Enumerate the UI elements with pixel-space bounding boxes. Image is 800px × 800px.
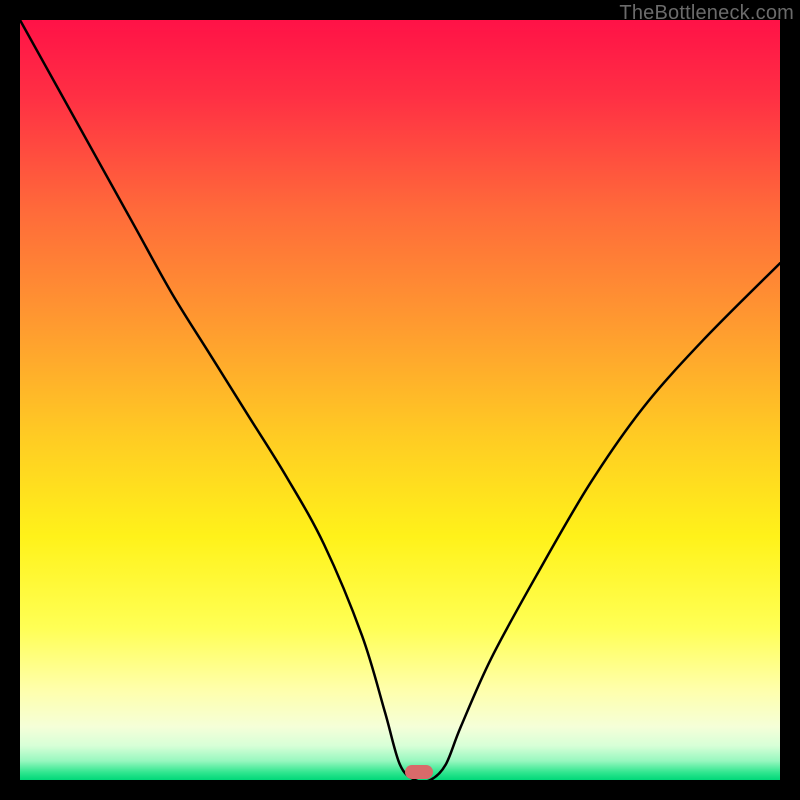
plot-area [20,20,780,780]
curve-layer [20,20,780,780]
chart-container: TheBottleneck.com [0,0,800,800]
bottleneck-curve [20,20,780,780]
watermark-text: TheBottleneck.com [619,2,794,25]
optimal-marker [405,765,433,779]
